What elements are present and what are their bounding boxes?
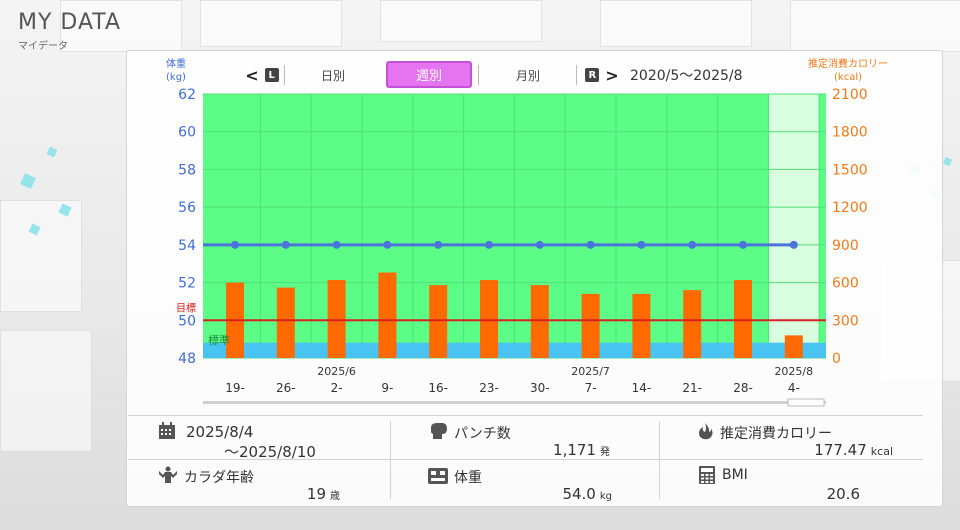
calorie-label: 推定消費カロリー — [720, 426, 832, 442]
standard-band — [203, 342, 826, 358]
left-axis-tick: 62 — [178, 87, 196, 103]
month-label: 2025/6 — [317, 365, 356, 378]
flame-icon — [699, 423, 713, 440]
weight-point — [789, 240, 798, 249]
calorie-bar — [734, 280, 752, 358]
body-age-value: 19 — [306, 485, 326, 503]
calculator-icon — [699, 466, 715, 484]
bmi-value: 20.6 — [826, 485, 860, 503]
weight-point — [586, 240, 595, 249]
weekly-chart: 48 50 52 54 56 58 60 62 0 300 600 900 1200 1500 1800 21… — [176, 87, 868, 407]
bmi-label: BMI — [722, 467, 748, 483]
punch-value-row: 1,171 発 — [458, 441, 610, 459]
period-end: 〜2025/8/10 — [224, 443, 316, 461]
weight-label: 体重 — [454, 470, 482, 486]
body-age-unit: 歳 — [330, 491, 340, 502]
weight-point — [434, 240, 443, 249]
stats-grid: 2025/8/4 〜2025/8/10 パンチ数 1,171 発 推定消費カロリー… — [128, 415, 923, 503]
x-axis-tick: 21- — [682, 381, 702, 395]
month-label: 2025/8 — [774, 365, 813, 378]
punch-label: パンチ数 — [454, 426, 511, 442]
left-axis-tick: 58 — [178, 162, 196, 178]
left-axis-tick: 56 — [178, 200, 196, 216]
scrollbar-track — [203, 401, 826, 404]
weight-value: 54.0 — [562, 485, 596, 503]
weight-point — [688, 240, 697, 249]
x-axis-tick: 23- — [479, 381, 499, 395]
weight-point — [231, 240, 239, 249]
right-axis-tick: 0 — [832, 351, 841, 367]
left-axis-tick: 48 — [178, 351, 196, 367]
calorie-bar — [276, 287, 295, 358]
divider — [128, 415, 923, 416]
left-axis-tick: 50 — [178, 313, 196, 329]
weight-value-row: 54.0 kg — [458, 485, 612, 503]
right-axis-tick: 2100 — [832, 87, 868, 103]
x-axis-tick: 2- — [331, 381, 343, 395]
x-axis-tick: 16- — [428, 381, 448, 395]
body-age-label: カラダ年齢 — [184, 470, 254, 486]
month-label: 2025/7 — [571, 365, 610, 378]
weight-point — [739, 240, 747, 249]
current-week-highlight — [768, 94, 819, 358]
calorie-bar — [327, 280, 346, 358]
body-age-value-row: 19 歳 — [228, 485, 340, 503]
x-axis-tick: 7- — [585, 381, 597, 395]
calorie-unit: kcal — [870, 445, 893, 458]
x-axis-tick: 9- — [381, 381, 393, 395]
right-axis-tick: 1800 — [832, 125, 868, 141]
target-label: 目標 — [176, 301, 196, 314]
x-axis-tick: 30- — [530, 381, 550, 395]
x-axis-tick: 4- — [788, 381, 800, 395]
calorie-bar — [683, 290, 702, 358]
calorie-value-row: 177.47 kcal — [728, 441, 893, 459]
x-axis-tick: 19- — [225, 381, 245, 395]
body-muscle-icon — [159, 466, 177, 483]
left-axis-tick: 60 — [178, 125, 196, 141]
calorie-value: 177.47 — [814, 441, 867, 459]
left-axis-tick: 52 — [178, 276, 196, 292]
scale-icon — [428, 468, 448, 484]
weight-point — [637, 240, 646, 249]
punch-value: 1,171 — [553, 441, 596, 459]
scrollbar-thumb[interactable] — [787, 398, 825, 407]
boxing-glove-icon — [431, 423, 447, 439]
calorie-bar — [480, 280, 498, 358]
right-axis-tick: 1200 — [832, 200, 868, 216]
calorie-bar — [530, 285, 549, 358]
weight-point — [281, 240, 290, 249]
weight-point — [332, 240, 341, 249]
calorie-bar — [784, 335, 803, 358]
right-axis-tick: 1500 — [832, 162, 868, 178]
calorie-bar — [632, 293, 651, 358]
calorie-bar — [378, 272, 397, 358]
calendar-icon — [159, 422, 175, 439]
x-axis-tick: 28- — [733, 381, 753, 395]
weight-unit: kg — [599, 491, 612, 502]
x-axis-tick: 14- — [632, 381, 652, 395]
standard-label: 標準 — [208, 333, 230, 347]
divider — [659, 421, 660, 499]
right-axis-tick: 300 — [832, 313, 859, 329]
right-axis-tick: 600 — [832, 276, 859, 292]
weight-point — [383, 240, 392, 249]
weight-point — [485, 240, 493, 249]
calorie-bar — [429, 285, 448, 358]
calorie-bar — [581, 293, 600, 358]
left-axis-tick: 54 — [178, 238, 196, 254]
right-axis-tick: 900 — [832, 238, 859, 254]
period-start: 2025/8/4 — [186, 423, 254, 441]
divider — [390, 421, 391, 499]
x-axis-tick: 26- — [276, 381, 296, 395]
weight-point — [535, 240, 544, 249]
punch-unit: 発 — [600, 447, 610, 458]
